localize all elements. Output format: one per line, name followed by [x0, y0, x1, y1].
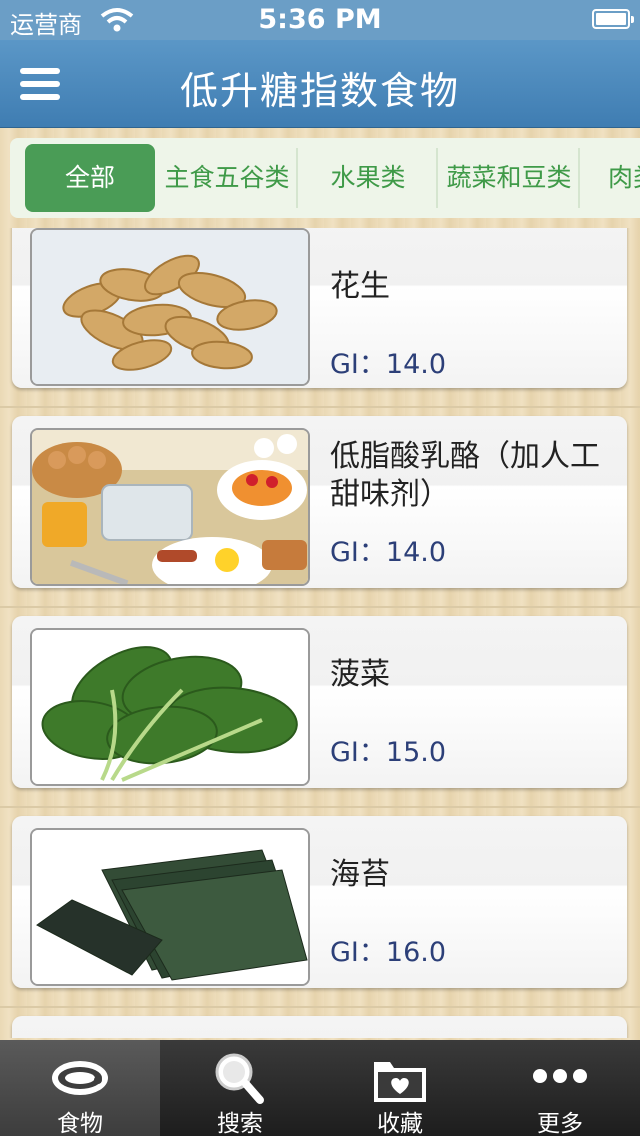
food-item-peanut[interactable]: 花生 GI：14.0: [12, 228, 627, 388]
tab-search[interactable]: 搜索: [160, 1040, 320, 1136]
food-item-next[interactable]: [12, 1016, 627, 1038]
category-tab-meat[interactable]: 肉类: [608, 138, 640, 218]
food-item-low-fat-yogurt[interactable]: 低脂酸乳酪（加人工甜味剂） GI：14.0: [12, 416, 627, 588]
divider: [0, 806, 640, 808]
category-tab-fruits[interactable]: 水果类: [300, 148, 438, 208]
favorites-folder-icon: [374, 1062, 426, 1102]
tab-label: 更多: [537, 1111, 583, 1136]
food-image-peanuts: [30, 228, 310, 386]
divider: [0, 406, 640, 408]
food-image-spinach: [30, 628, 310, 786]
tab-more[interactable]: 更多: [480, 1040, 640, 1136]
search-icon: [215, 1053, 264, 1104]
food-name: 花生: [330, 269, 390, 304]
battery-icon: [592, 9, 634, 29]
tab-label: 收藏: [377, 1111, 423, 1136]
category-tab-all[interactable]: 全部: [25, 144, 155, 212]
nav-bar: 低升糖指数食物: [0, 40, 640, 128]
tab-bar: 食物 搜索 收藏 更多: [0, 1040, 640, 1136]
tab-label: 搜索: [217, 1111, 263, 1136]
category-tabs: 全部 主食五谷类 水果类 蔬菜和豆类 肉类: [10, 138, 640, 218]
food-name: 菠菜: [330, 657, 390, 692]
tab-favorites[interactable]: 收藏: [320, 1040, 480, 1136]
food-item-seaweed[interactable]: 海苔 GI：16.0: [12, 816, 627, 988]
food-image-breakfast: [30, 428, 310, 586]
food-item-spinach[interactable]: 菠菜 GI：15.0: [12, 616, 627, 788]
food-name: 低脂酸乳酪（加人工甜味剂）: [330, 439, 600, 512]
meat-icon: [52, 1061, 108, 1095]
page-title: 低升糖指数食物: [179, 69, 460, 113]
food-list: 花生 GI：14.0 低脂酸乳酪（加人工甜味剂） GI：14.0 菠菜 GI：1…: [0, 228, 640, 1038]
food-name: 海苔: [330, 857, 390, 892]
more-dots-icon: [533, 1069, 587, 1083]
divider: [0, 606, 640, 608]
clock: 5:36 PM: [258, 4, 382, 35]
category-tab-vegetables[interactable]: 蔬菜和豆类: [440, 148, 580, 208]
status-bar: 运营商 5:36 PM: [0, 0, 640, 40]
divider: [0, 1006, 640, 1008]
tab-label: 食物: [57, 1111, 103, 1136]
category-tab-staples[interactable]: 主食五谷类: [158, 148, 298, 208]
food-gi: GI：15.0: [330, 737, 447, 768]
tab-food[interactable]: 食物: [0, 1040, 160, 1136]
food-gi: GI：16.0: [330, 937, 447, 968]
food-image-seaweed: [30, 828, 310, 986]
food-gi: GI：14.0: [330, 537, 447, 568]
food-gi: GI：14.0: [330, 349, 447, 380]
